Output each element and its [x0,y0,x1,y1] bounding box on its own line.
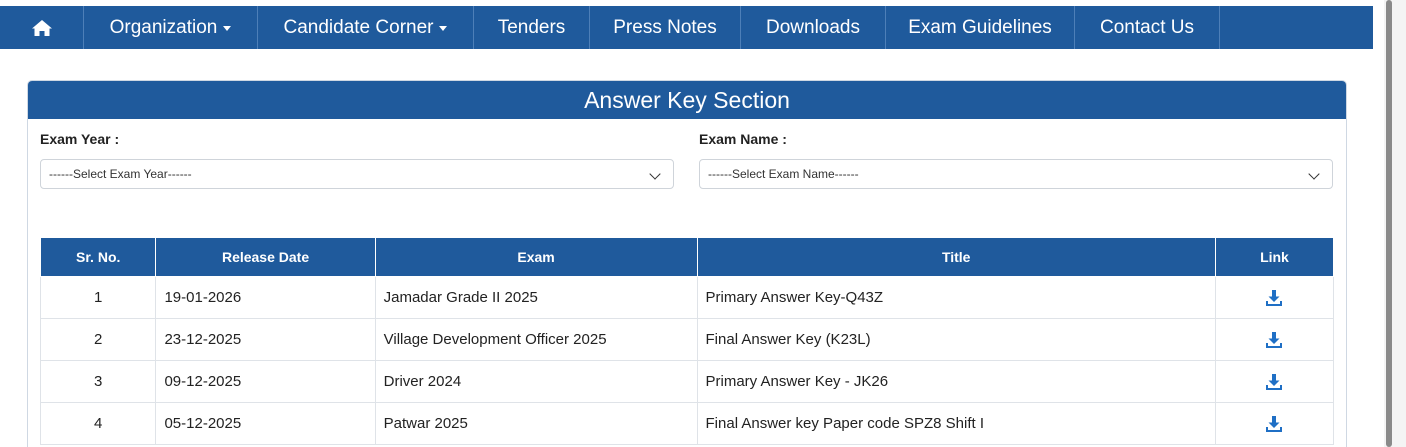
nav-downloads-label: Downloads [766,16,860,38]
scrollbar-thumb[interactable] [1386,0,1392,447]
cell-link [1214,276,1335,319]
cell-link [1214,318,1335,361]
chevron-down-icon [1308,168,1320,180]
chevron-down-icon [649,168,661,180]
download-icon[interactable] [1265,331,1283,349]
nav-press-notes[interactable]: Press Notes [590,6,741,49]
page: Organization Candidate Corner Tenders Pr… [0,0,1406,447]
cell-exam: Driver 2024 [374,360,698,403]
download-icon[interactable] [1265,415,1283,433]
exam-name-select[interactable]: ------Select Exam Name------ [699,159,1333,189]
header-release-date: Release Date [155,238,376,277]
cell-link [1214,360,1335,403]
nav-organization[interactable]: Organization [84,6,258,49]
table-row: 1 19-01-2026 Jamadar Grade II 2025 Prima… [39,276,1335,319]
caret-down-icon [223,26,232,31]
cell-link [1214,402,1335,445]
cell-exam: Patwar 2025 [374,402,698,445]
nav-contact-us[interactable]: Contact Us [1075,6,1220,49]
home-icon [31,19,52,36]
nav-organization-label: Organization [109,16,218,38]
nav-tenders-label: Tenders [497,16,566,38]
nav-contact-us-label: Contact Us [1100,16,1194,38]
table-header-row: Sr. No. Release Date Exam Title Link [39,238,1335,277]
section-title: Answer Key Section [28,81,1346,119]
cell-sr-no: 4 [39,402,157,445]
exam-year-label: Exam Year : [40,131,120,147]
header-exam: Exam [374,238,698,277]
exam-year-select-value: ------Select Exam Year------ [49,167,192,181]
answer-key-card: Answer Key Section Exam Year : ------Sel… [27,80,1347,447]
cell-release-date: 05-12-2025 [155,402,376,445]
header-link: Link [1214,238,1335,277]
nav-press-notes-label: Press Notes [613,16,717,38]
answer-key-table: Sr. No. Release Date Exam Title Link 1 1… [39,238,1335,445]
nav-exam-guidelines-label: Exam Guidelines [908,16,1052,38]
cell-title: Final Answer key Paper code SPZ8 Shift I [696,402,1216,445]
exam-name-label: Exam Name : [699,131,787,147]
download-icon[interactable] [1265,373,1283,391]
exam-year-select[interactable]: ------Select Exam Year------ [40,159,674,189]
cell-sr-no: 1 [39,276,157,319]
nav-exam-guidelines[interactable]: Exam Guidelines [886,6,1075,49]
cell-sr-no: 3 [39,360,157,403]
cell-release-date: 09-12-2025 [155,360,376,403]
cell-release-date: 19-01-2026 [155,276,376,319]
header-title: Title [696,238,1216,277]
table-row: 3 09-12-2025 Driver 2024 Primary Answer … [39,360,1335,403]
nav-candidate-corner-label: Candidate Corner [283,16,434,38]
caret-down-icon [439,26,448,31]
cell-exam: Jamadar Grade II 2025 [374,276,698,319]
cell-sr-no: 2 [39,318,157,361]
cell-title: Primary Answer Key-Q43Z [696,276,1216,319]
exam-name-select-value: ------Select Exam Name------ [708,167,859,181]
cell-release-date: 23-12-2025 [155,318,376,361]
table-row: 4 05-12-2025 Patwar 2025 Final Answer ke… [39,402,1335,445]
nav-downloads[interactable]: Downloads [741,6,886,49]
table-row: 2 23-12-2025 Village Development Officer… [39,318,1335,361]
main-navbar: Organization Candidate Corner Tenders Pr… [0,6,1373,49]
cell-exam: Village Development Officer 2025 [374,318,698,361]
header-sr-no: Sr. No. [39,238,157,277]
nav-candidate-corner[interactable]: Candidate Corner [258,6,474,49]
nav-home[interactable] [0,6,84,49]
nav-tenders[interactable]: Tenders [474,6,590,49]
cell-title: Primary Answer Key - JK26 [696,360,1216,403]
cell-title: Final Answer Key (K23L) [696,318,1216,361]
download-icon[interactable] [1265,289,1283,307]
